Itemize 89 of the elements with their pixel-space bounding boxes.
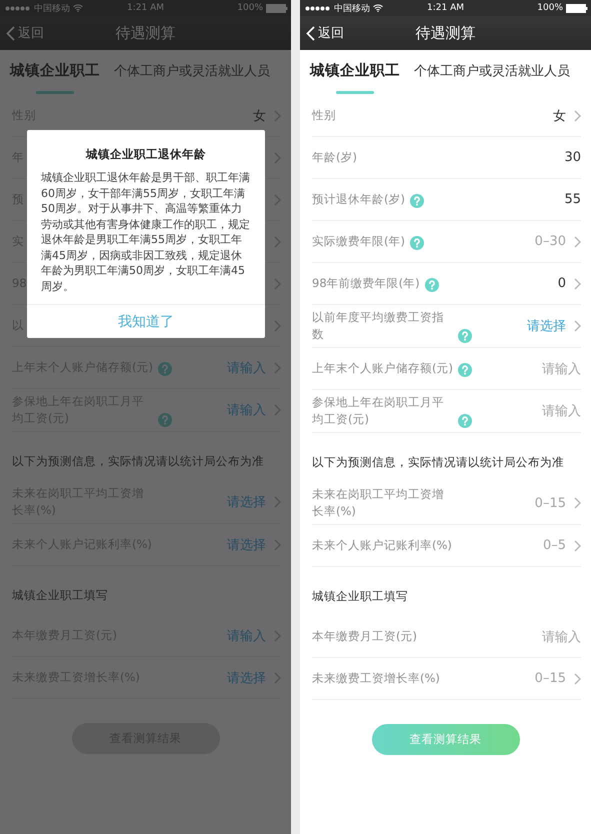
chevron-icon[interactable] <box>274 496 281 508</box>
field-placeholder[interactable]: 请输入 <box>542 402 581 420</box>
chevron-icon[interactable] <box>274 110 281 122</box>
field-label: 参保地上年在岗职工月平均工资(元) <box>312 394 445 428</box>
chevron-icon[interactable] <box>274 194 281 206</box>
tab[interactable]: 城镇企业职工 <box>10 61 100 84</box>
result-button[interactable]: 查看测算结果 <box>372 724 520 755</box>
chevron-icon[interactable] <box>574 110 581 122</box>
help-icon[interactable] <box>424 278 439 292</box>
chevron-icon[interactable] <box>274 278 281 290</box>
nav-title: 待遇测算 <box>116 24 176 42</box>
status-time: 1:21 AM <box>127 3 164 13</box>
field-placeholder[interactable]: 0–15 <box>534 671 566 686</box>
help-icon[interactable] <box>158 413 172 427</box>
field-label: 本年缴费月工资(元) <box>312 628 417 645</box>
tab-indicator <box>36 91 74 94</box>
help-icon[interactable] <box>458 363 472 377</box>
field-label: 未来在岗职工平均工资增长率(%) <box>312 486 445 520</box>
field-label: 未来个人账户记账利率(%) <box>312 537 452 554</box>
nav-title: 待遇测算 <box>416 24 476 42</box>
battery-icon <box>566 4 588 12</box>
chevron-icon[interactable] <box>274 236 281 248</box>
tab[interactable]: 个体工商户或灵活就业人员 <box>114 62 270 84</box>
select-prompt[interactable]: 请选择 <box>227 536 266 554</box>
field-placeholder[interactable]: 请输入 <box>542 360 581 378</box>
back-button[interactable]: 返回 <box>300 24 350 42</box>
chevron-icon[interactable] <box>574 672 581 684</box>
select-prompt[interactable]: 请输入 <box>227 626 266 644</box>
status-time: 1:21 AM <box>427 3 464 13</box>
chevron-icon[interactable] <box>274 152 281 164</box>
dialog-title: 城镇企业职工退休年龄 <box>84 146 207 163</box>
wifi-icon <box>373 4 383 12</box>
field-value[interactable]: 55 <box>564 192 581 207</box>
field-label: 以前年度平均缴费工资指数 <box>312 309 445 343</box>
help-icon[interactable] <box>410 236 424 250</box>
section-heading: 城镇企业职工填写 <box>12 587 109 604</box>
chevron-icon[interactable] <box>274 362 281 374</box>
battery-percent: 100% <box>237 3 263 13</box>
wifi-icon <box>73 4 83 12</box>
dialog-ok-button[interactable]: 我知道了 <box>27 304 265 338</box>
select-prompt[interactable]: 请输入 <box>227 401 266 419</box>
chevron-icon[interactable] <box>274 630 281 642</box>
carrier-name: 中国移动 <box>34 2 70 14</box>
field-label: 性别 <box>312 107 336 124</box>
field-value[interactable]: 女 <box>553 106 566 124</box>
field-label: 年龄(岁) <box>312 149 357 166</box>
field-value[interactable]: 女 <box>253 106 266 124</box>
field-value[interactable]: 30 <box>564 150 581 165</box>
chevron-icon[interactable] <box>574 540 581 552</box>
field-label: 98年前缴费年限(年) <box>312 275 420 292</box>
chevron-icon[interactable] <box>274 538 281 550</box>
chevron-icon[interactable] <box>574 236 581 248</box>
field-label: 上年末个人账户储存额(元) <box>312 360 453 377</box>
chevron-icon[interactable] <box>574 278 581 290</box>
field-placeholder[interactable]: 0–15 <box>534 496 566 510</box>
carrier-name: 中国移动 <box>334 2 370 14</box>
help-icon[interactable] <box>458 329 472 343</box>
help-icon[interactable] <box>158 362 172 376</box>
signal-icon <box>305 6 331 10</box>
chevron-icon[interactable] <box>574 497 581 509</box>
field-label: 预计退休年龄(岁) <box>312 191 405 208</box>
chevron-icon[interactable] <box>574 320 581 332</box>
field-placeholder[interactable]: 请输入 <box>542 628 581 646</box>
tab-indicator <box>336 91 374 94</box>
section-heading: 以下为预测信息，实际情况请以统计局公布为准 <box>12 453 265 470</box>
back-button[interactable]: 返回 <box>0 24 50 42</box>
back-icon[interactable] <box>306 26 315 40</box>
field-label: 实际缴费年限(年) <box>312 233 405 250</box>
chevron-icon[interactable] <box>274 404 281 416</box>
tab[interactable]: 城镇企业职工 <box>310 61 400 84</box>
field-placeholder[interactable]: 0–5 <box>542 538 566 553</box>
select-prompt[interactable]: 请选择 <box>527 317 566 335</box>
tab[interactable]: 个体工商户或灵活就业人员 <box>414 62 570 84</box>
section-heading: 城镇企业职工填写 <box>312 588 409 605</box>
section-heading: 以下为预测信息，实际情况请以统计局公布为准 <box>312 454 565 471</box>
select-prompt[interactable]: 请输入 <box>227 358 266 376</box>
field-value[interactable]: 0 <box>558 276 566 291</box>
battery-percent: 100% <box>537 3 563 13</box>
select-prompt[interactable]: 请选择 <box>227 668 266 686</box>
field-label: 未来缴费工资增长率(%) <box>312 670 440 687</box>
signal-icon <box>5 6 31 10</box>
field-placeholder[interactable]: 0–30 <box>534 234 566 249</box>
select-prompt[interactable]: 请选择 <box>227 493 266 511</box>
dialog-text: 城镇企业职工退休年龄是男干部、职工年满60周岁，女干部年满55周岁，女职工年满50周岁。对于从事井下、高温等繁重体力劳动或其他有害身体健康工作的职工，规定退休年龄是男职工年满55周岁，女职工年满45周岁，因病或非因工致残，规定退休年龄为男职工年满50周岁，女职工年满45周岁。 <box>40 170 251 294</box>
help-icon[interactable] <box>410 194 424 208</box>
chevron-icon[interactable] <box>274 320 281 332</box>
help-icon[interactable] <box>458 414 472 428</box>
battery-icon <box>266 4 288 12</box>
chevron-icon[interactable] <box>274 672 281 684</box>
